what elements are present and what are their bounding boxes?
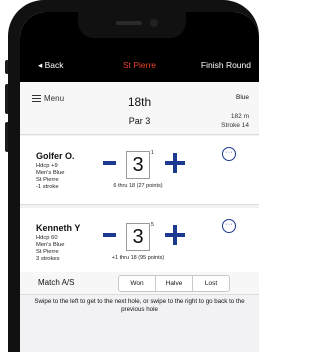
hole-header: Menu 18th Par 3 Blue 182 m Stroke 14	[20, 82, 259, 135]
player-name: Kenneth Y	[36, 223, 81, 233]
notch	[78, 12, 186, 38]
player-hdcp: Hdcp 60	[36, 235, 58, 241]
player-tee: Men's Blue	[36, 242, 65, 248]
match-row: Match A/S Won Halve Lost	[20, 272, 259, 295]
tee-color: Blue	[235, 94, 249, 101]
score-superscript: 5	[151, 222, 154, 228]
halve-option[interactable]: Halve	[155, 276, 192, 291]
points-summary: +1 thru 18 (95 points)	[111, 255, 165, 261]
score-value[interactable]: 3	[126, 223, 150, 251]
player-card-1: Golfer O. Hdcp +9 Men's Blue St Pierre -…	[20, 136, 259, 205]
speaker	[116, 21, 142, 25]
score-superscript: 1	[151, 150, 154, 156]
points-summary: 6 thru 18 (27 points)	[113, 183, 163, 189]
swipe-hint: Swipe to the left to get to the next hol…	[34, 298, 245, 313]
player-tee: Men's Blue	[36, 170, 65, 176]
phone-device: ◂ Back St Pierre Finish Round Menu 18th …	[0, 0, 259, 352]
finish-round-button[interactable]: Finish Round	[201, 60, 251, 70]
player-hdcp: Hdcp +9	[36, 163, 58, 169]
hole-number: 18th	[127, 95, 152, 109]
decrease-score-button[interactable]	[103, 161, 116, 165]
score-value[interactable]: 3	[126, 151, 150, 179]
player-name: Golfer O.	[36, 151, 75, 161]
player-card-2: Kenneth Y Hdcp 60 Men's Blue St Pierre 3…	[20, 208, 259, 273]
more-options-icon[interactable]: ···	[222, 219, 236, 233]
more-options-icon[interactable]: ···	[222, 147, 236, 161]
match-label: Match A/S	[38, 278, 75, 287]
decrease-score-button[interactable]	[103, 233, 116, 237]
stroke-index: Stroke 14	[221, 122, 249, 129]
won-option[interactable]: Won	[119, 276, 155, 291]
camera	[150, 19, 158, 27]
match-result-selector: Won Halve Lost	[118, 275, 230, 292]
lost-option[interactable]: Lost	[192, 276, 229, 291]
hole-distance: 182 m	[230, 113, 249, 120]
app-screen: ◂ Back St Pierre Finish Round Menu 18th …	[20, 12, 259, 352]
